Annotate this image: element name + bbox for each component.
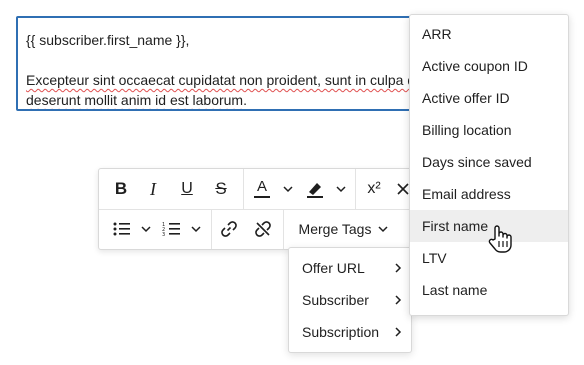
editor-line-greeting: {{ subscriber.first_name }},: [26, 32, 190, 48]
highlighter-icon: [307, 183, 323, 198]
italic-icon: I: [150, 178, 156, 199]
text-color-icon: A: [254, 178, 270, 198]
menu-item-arr[interactable]: ARR: [410, 18, 568, 50]
menu-item-billing-location[interactable]: Billing location: [410, 114, 568, 146]
chevron-down-icon: [191, 226, 201, 233]
menu-item-label: Subscription: [302, 324, 380, 340]
menu-item-label: Email address: [422, 186, 511, 202]
numbered-list-icon: 1 2 3: [162, 222, 180, 237]
toolbar-row-1: B I U S A x²: [99, 169, 429, 210]
menu-item-subscriber[interactable]: Subscriber: [289, 284, 411, 316]
menu-item-last-name[interactable]: Last name: [410, 274, 568, 306]
toolbar-divider: [243, 169, 244, 209]
bold-icon: B: [114, 179, 128, 198]
merge-tags-label: Merge Tags: [298, 221, 372, 237]
numbered-list-button[interactable]: 1 2 3: [157, 209, 207, 249]
bullet-list-icon: [113, 222, 130, 236]
strikethrough-button[interactable]: S: [207, 169, 235, 209]
menu-item-label: Days since saved: [422, 154, 532, 170]
menu-item-active-offer-id[interactable]: Active offer ID: [410, 82, 568, 114]
menu-item-active-coupon-id[interactable]: Active coupon ID: [410, 50, 568, 82]
editor-line-body-2: deserunt mollit anim id est laborum.: [26, 90, 446, 109]
text-color-letter: A: [256, 178, 267, 195]
superscript-icon: x²: [367, 180, 381, 197]
chevron-down-icon: [378, 226, 388, 233]
menu-item-label: First name: [422, 218, 489, 234]
chevron-down-icon: [283, 186, 293, 193]
menu-item-email-address[interactable]: Email address: [410, 178, 568, 210]
editor-body-text-2: deserunt mollit anim id est laborum.: [26, 92, 247, 108]
menu-item-label: LTV: [422, 250, 447, 266]
chevron-down-icon: [336, 186, 346, 193]
menu-item-label: Last name: [422, 282, 488, 298]
chevron-right-icon: [395, 327, 402, 337]
remove-link-button[interactable]: [249, 209, 277, 249]
menu-item-days-since-saved[interactable]: Days since saved: [410, 146, 568, 178]
menu-item-label: Active offer ID: [422, 90, 510, 106]
message-editor[interactable]: {{ subscriber.first_name }}, Excepteur s…: [16, 16, 456, 111]
underline-icon: U: [181, 180, 193, 197]
text-color-button[interactable]: A: [249, 169, 299, 209]
editor-blank-line: [26, 50, 446, 70]
merge-tags-button[interactable]: Merge Tags: [289, 209, 399, 249]
editor-line-body-1: Excepteur sint occaecat cupidatat non pr…: [26, 70, 454, 90]
strikethrough-icon: S: [215, 179, 227, 198]
hand-pointer-icon: [488, 225, 512, 253]
toolbar-divider: [355, 169, 356, 209]
highlight-color-button[interactable]: [301, 169, 351, 209]
insert-link-button[interactable]: [215, 209, 243, 249]
close-icon: [397, 183, 409, 195]
menu-item-offer-url[interactable]: Offer URL: [289, 252, 411, 284]
menu-item-label: ARR: [422, 26, 452, 42]
toolbar-divider: [211, 209, 212, 249]
menu-item-label: Subscriber: [302, 292, 369, 308]
formatting-toolbar: B I U S A x² 1 2 3 Merge Tags: [98, 168, 430, 250]
chevron-right-icon: [395, 263, 402, 273]
chevron-down-icon: [141, 226, 151, 233]
unlink-icon: [255, 221, 271, 237]
text-color-bar: [254, 196, 270, 198]
underline-button[interactable]: U: [173, 169, 201, 209]
link-icon: [221, 221, 237, 237]
superscript-button[interactable]: x²: [361, 169, 387, 209]
menu-item-subscription[interactable]: Subscription: [289, 316, 411, 348]
chevron-right-icon: [395, 295, 402, 305]
menu-item-label: Billing location: [422, 122, 512, 138]
menu-item-label: Offer URL: [302, 260, 365, 276]
subscriber-fields-menu: ARR Active coupon ID Active offer ID Bil…: [409, 14, 569, 316]
bullet-list-button[interactable]: [107, 209, 157, 249]
menu-item-label: Active coupon ID: [422, 58, 528, 74]
toolbar-divider: [283, 209, 284, 249]
italic-button[interactable]: I: [139, 169, 167, 209]
editor-body-text-1: Excepteur sint occaecat cupidatat non pr…: [26, 72, 456, 88]
merge-tags-menu: Offer URL Subscriber Subscription: [288, 247, 412, 353]
toolbar-row-2: 1 2 3 Merge Tags: [99, 209, 429, 249]
svg-text:3: 3: [162, 232, 165, 237]
bold-button[interactable]: B: [107, 169, 135, 209]
